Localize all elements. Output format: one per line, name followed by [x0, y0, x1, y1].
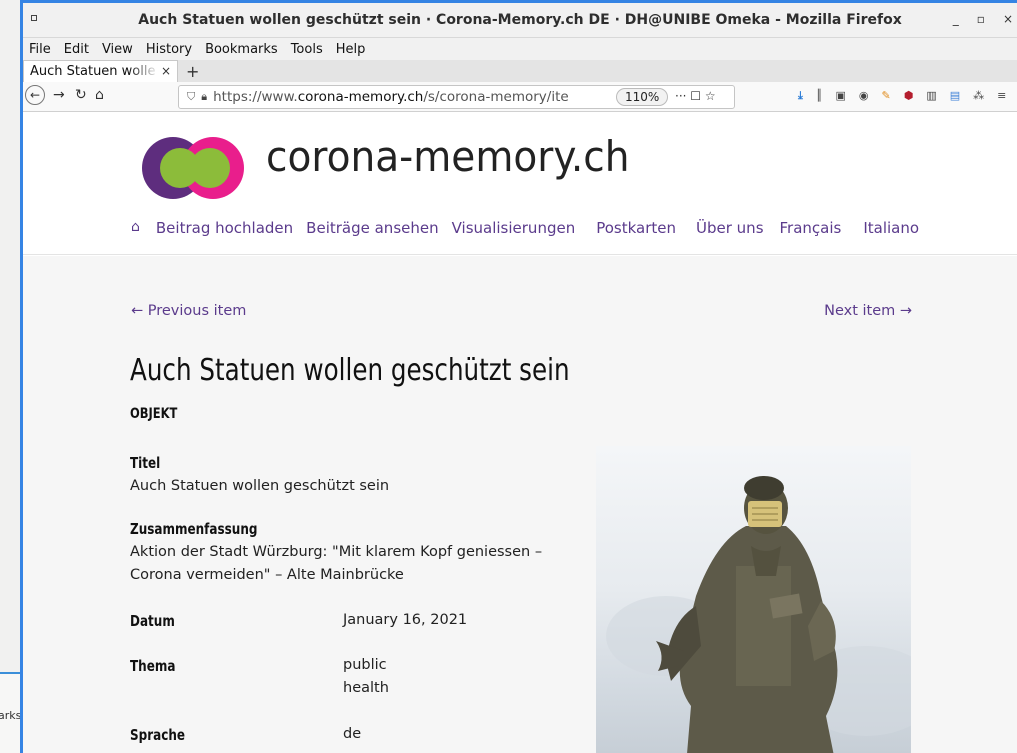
- nav-visualisierungen[interactable]: Visualisierungen: [452, 219, 576, 237]
- tab-bar: Auch Statuen wolle × +: [23, 60, 1017, 82]
- extension-icon-3[interactable]: ▤: [950, 89, 960, 103]
- nav-postkarten[interactable]: Postkarten: [596, 219, 676, 237]
- field-value-zusammenfassung-1: Aktion der Stadt Würzburg: "Mit klarem K…: [130, 544, 543, 560]
- menu-bookmarks[interactable]: Bookmarks: [205, 42, 278, 57]
- nav-home-icon[interactable]: ⌂: [131, 219, 140, 237]
- forward-button[interactable]: →: [53, 87, 65, 103]
- field-label-zusammenfassung: Zusammenfassung: [130, 520, 258, 538]
- zoom-level-button[interactable]: 110%: [616, 88, 669, 106]
- nav-italiano[interactable]: Italiano: [863, 219, 919, 237]
- field-value-zusammenfassung-2: Corona vermeiden" – Alte Mainbrücke: [130, 567, 404, 583]
- field-value-datum: January 16, 2021: [343, 612, 468, 628]
- page-content: corona-memory.ch ⌂ Beitrag hochladen Bei…: [23, 112, 1017, 753]
- field-value-sprache: de: [343, 726, 362, 742]
- downloads-icon[interactable]: ⤓: [798, 89, 803, 103]
- tab-close-icon[interactable]: ×: [161, 64, 171, 78]
- field-label-thema: Thema: [130, 657, 176, 675]
- background-window-label: arks: [0, 709, 22, 722]
- window-title: Auch Statuen wollen geschützt sein · Cor…: [138, 12, 902, 28]
- previous-item-link[interactable]: ← Previous item: [131, 303, 246, 319]
- window-controls: _ ▫ ×: [953, 12, 1013, 26]
- back-button[interactable]: ←: [25, 85, 45, 105]
- reload-button[interactable]: ↻: [75, 87, 87, 103]
- url-text[interactable]: https://www.corona-memory.ch/s/corona-me…: [213, 89, 569, 105]
- background-window: arks: [0, 0, 22, 753]
- tab-current[interactable]: Auch Statuen wolle ×: [23, 60, 178, 82]
- field-value-thema-2[interactable]: health: [343, 677, 389, 700]
- field-label-datum: Datum: [130, 612, 175, 630]
- page-actions[interactable]: ··· ☐ ☆: [675, 89, 716, 103]
- menu-history[interactable]: History: [146, 42, 192, 57]
- field-label-titel: Titel: [130, 454, 161, 472]
- minimize-button[interactable]: _: [953, 12, 959, 26]
- menu-edit[interactable]: Edit: [64, 42, 89, 57]
- nav-beitraege-ansehen[interactable]: Beiträge ansehen: [306, 219, 438, 237]
- item-page: ← Previous item Next item → Auch Statuen…: [23, 256, 1017, 753]
- close-button[interactable]: ×: [1003, 12, 1013, 26]
- home-icon[interactable]: ⌂: [95, 87, 104, 103]
- next-item-link[interactable]: Next item →: [824, 303, 912, 319]
- sidebar-icon[interactable]: ▣: [836, 89, 846, 103]
- toolbar-icons: ⤓ ║ ▣ ◉ ✎ ⬢ ▥ ▤ ⁂ ≡: [798, 89, 1006, 103]
- navigation-toolbar: ← → ↻ ⌂ ⛉ 🔒︎ https://www.corona-memory.c…: [23, 82, 1017, 112]
- background-window-border: [0, 672, 20, 674]
- background-window-strip: arks: [0, 672, 22, 753]
- nav-beitrag-hochladen[interactable]: Beitrag hochladen: [156, 219, 293, 237]
- extension-icon-4[interactable]: ⁂: [973, 89, 984, 103]
- account-icon[interactable]: ◉: [859, 89, 869, 103]
- maximize-button[interactable]: ▫: [977, 12, 985, 26]
- field-value-titel: Auch Statuen wollen geschützt sein: [130, 478, 390, 494]
- extension-icon[interactable]: ✎: [882, 89, 891, 103]
- title-bar[interactable]: Auch Statuen wollen geschützt sein · Cor…: [23, 3, 1017, 38]
- menu-view[interactable]: View: [102, 42, 133, 57]
- item-type: OBJEKT: [130, 406, 178, 422]
- menu-bar: File Edit View History Bookmarks Tools H…: [23, 38, 1017, 60]
- field-value-thema-1[interactable]: public: [343, 654, 387, 677]
- site-header: corona-memory.ch ⌂ Beitrag hochladen Bei…: [23, 112, 1017, 255]
- menu-help[interactable]: Help: [336, 42, 366, 57]
- tracking-shield-icon[interactable]: ⛉: [187, 90, 195, 104]
- nav-francais[interactable]: Français: [780, 219, 842, 237]
- statue-photo-icon: [656, 476, 838, 753]
- extension-icon-2[interactable]: ▥: [926, 89, 936, 103]
- nav-ueber-uns[interactable]: Über uns: [696, 219, 764, 237]
- menu-icon[interactable]: ≡: [997, 89, 1006, 103]
- site-name[interactable]: corona-memory.ch: [266, 132, 630, 181]
- main-navigation: ⌂ Beitrag hochladen Beiträge ansehen Vis…: [131, 219, 932, 237]
- menu-tools[interactable]: Tools: [291, 42, 323, 57]
- field-label-sprache: Sprache: [130, 726, 186, 744]
- new-tab-button[interactable]: +: [186, 62, 199, 82]
- library-icon[interactable]: ║: [816, 89, 823, 103]
- url-bar[interactable]: ⛉ 🔒︎ https://www.corona-memory.ch/s/coro…: [178, 85, 735, 109]
- lock-icon[interactable]: 🔒︎: [201, 90, 207, 104]
- firefox-window: Auch Statuen wollen geschützt sein · Cor…: [20, 0, 1017, 753]
- item-image[interactable]: [596, 446, 911, 753]
- site-logo[interactable]: [142, 136, 246, 200]
- menu-file[interactable]: File: [29, 42, 51, 57]
- ublock-icon[interactable]: ⬢: [904, 89, 914, 103]
- item-title: Auch Statuen wollen geschützt sein: [130, 353, 570, 388]
